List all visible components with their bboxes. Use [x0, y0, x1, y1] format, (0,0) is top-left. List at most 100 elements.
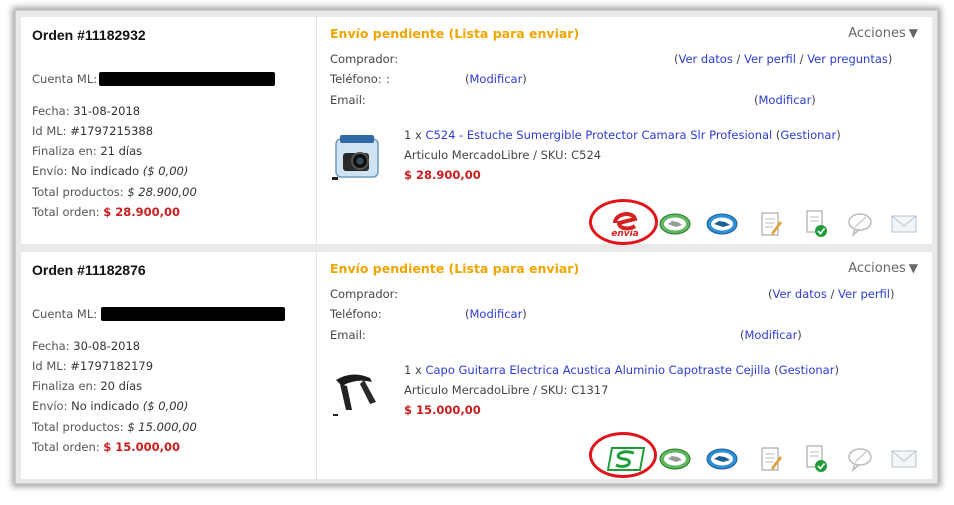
- acciones-dropdown[interactable]: Acciones ▼: [848, 261, 918, 276]
- edit-note-icon[interactable]: [753, 444, 787, 474]
- total-orden-row: Total orden: $ 28.900,00: [32, 205, 180, 219]
- total-orden-label: Total orden:: [32, 440, 100, 454]
- total-productos-row: Total productos: $ 15.000,00: [32, 420, 197, 434]
- id-label: Id ML:: [32, 359, 67, 373]
- mercado-envios-icon[interactable]: [658, 444, 692, 474]
- acciones-label: Acciones: [848, 26, 906, 41]
- ver-perfil-link[interactable]: Ver perfil: [838, 287, 890, 301]
- product-thumbnail[interactable]: [330, 366, 384, 420]
- telefono-modificar: (Modificar): [465, 72, 527, 86]
- cuenta-row: Cuenta ML:: [32, 307, 97, 321]
- fecha-label: Fecha:: [32, 104, 70, 118]
- modificar-email-link[interactable]: Modificar: [759, 93, 812, 107]
- buyer-links: (Ver datos / Ver perfil / Ver preguntas): [674, 52, 893, 66]
- product-price: $ 15.000,00: [404, 403, 481, 417]
- email-label: Email:: [330, 93, 366, 107]
- envio-value: No indicado: [71, 399, 140, 413]
- id-value: #1797215388: [70, 124, 154, 138]
- shipping-status: Envío pendiente (Lista para enviar): [330, 26, 580, 41]
- gestionar-link[interactable]: Gestionar: [780, 128, 836, 142]
- comment-icon[interactable]: [843, 209, 877, 239]
- total-productos-value: $ 15.000,00: [127, 420, 197, 434]
- modificar-email-link[interactable]: Modificar: [745, 328, 798, 342]
- handshake-icon[interactable]: [705, 444, 739, 474]
- finaliza-label: Finaliza en:: [32, 379, 97, 393]
- ver-datos-link[interactable]: Ver datos: [773, 287, 827, 301]
- total-productos-value: $ 28.900,00: [127, 185, 197, 199]
- edit-note-icon[interactable]: [753, 209, 787, 239]
- comment-icon[interactable]: [843, 444, 877, 474]
- order-title: Orden #11182876: [32, 262, 146, 278]
- total-orden-value: $ 15.000,00: [103, 440, 181, 454]
- modificar-telefono-link[interactable]: Modificar: [470, 307, 523, 321]
- total-productos-label: Total productos:: [32, 420, 124, 434]
- telefono-label: Teléfono:: [330, 72, 382, 86]
- envio-value: No indicado: [71, 164, 140, 178]
- acciones-label: Acciones: [848, 261, 906, 276]
- modificar-telefono-link[interactable]: Modificar: [470, 72, 523, 86]
- buyer-links: (Ver datos / Ver perfil): [768, 287, 895, 301]
- fecha-value: 30-08-2018: [73, 339, 141, 353]
- total-productos-label: Total productos:: [32, 185, 124, 199]
- ver-datos-link[interactable]: Ver datos: [679, 52, 733, 66]
- product-link[interactable]: Capo Guitarra Electrica Acustica Alumini…: [425, 363, 770, 377]
- order-summary: Orden #11182932 Cuenta ML: Fecha: 31-08-…: [21, 17, 317, 244]
- order-card: Orden #11182876 Cuenta ML: Fecha: 30-08-…: [21, 252, 932, 479]
- product-qty: 1 x: [404, 363, 422, 377]
- shipping-status: Envío pendiente (Lista para enviar): [330, 261, 580, 276]
- product-sku: Articulo MercadoLibre / SKU: C1317: [404, 383, 609, 397]
- email-modificar: (Modificar): [740, 328, 802, 342]
- product-link[interactable]: C524 - Estuche Sumergible Protector Cama…: [425, 128, 772, 142]
- envio-row: Envío: No indicado ($ 0,00): [32, 399, 188, 413]
- envio-cost: ($ 0,00): [142, 399, 189, 413]
- telefono-value: :: [386, 72, 390, 86]
- envio-cost: ($ 0,00): [142, 164, 189, 178]
- fecha-value: 31-08-2018: [73, 104, 141, 118]
- highlight-circle: [589, 432, 657, 478]
- redacted-account: [99, 72, 275, 86]
- handshake-icon[interactable]: [705, 209, 739, 239]
- product-line: 1 x Capo Guitarra Electrica Acustica Alu…: [404, 363, 839, 377]
- envio-label: Envío:: [32, 164, 68, 178]
- product-qty: 1 x: [404, 128, 422, 142]
- caret-down-icon: ▼: [908, 261, 918, 275]
- mail-icon[interactable]: [887, 444, 921, 474]
- total-orden-row: Total orden: $ 15.000,00: [32, 440, 180, 454]
- id-row: Id ML: #1797215388: [32, 124, 153, 138]
- telefono-modificar: (Modificar): [465, 307, 527, 321]
- finaliza-value: 21 días: [100, 144, 143, 158]
- mail-icon[interactable]: [887, 209, 921, 239]
- envio-label: Envío:: [32, 399, 68, 413]
- product-line: 1 x C524 - Estuche Sumergible Protector …: [404, 128, 841, 142]
- email-modificar: (Modificar): [754, 93, 816, 107]
- finaliza-value: 20 días: [100, 379, 143, 393]
- finaliza-row: Finaliza en: 20 días: [32, 379, 142, 393]
- product-thumbnail[interactable]: [330, 131, 384, 185]
- total-productos-row: Total productos: $ 28.900,00: [32, 185, 197, 199]
- telefono-label: Teléfono:: [330, 307, 382, 321]
- cuenta-row: Cuenta ML:: [32, 72, 97, 86]
- ver-preguntas-link[interactable]: Ver preguntas: [807, 52, 888, 66]
- mercado-envios-icon[interactable]: [658, 209, 692, 239]
- product-price: $ 28.900,00: [404, 168, 481, 182]
- order-detail: Envío pendiente (Lista para enviar) Acci…: [318, 17, 932, 245]
- envio-row: Envío: No indicado ($ 0,00): [32, 164, 188, 178]
- cuenta-label: Cuenta ML:: [32, 307, 98, 321]
- email-label: Email:: [330, 328, 366, 342]
- invoice-check-icon[interactable]: [798, 209, 832, 239]
- acciones-dropdown[interactable]: Acciones ▼: [848, 26, 918, 41]
- id-row: Id ML: #1797182179: [32, 359, 153, 373]
- comprador-label: Comprador:: [330, 52, 399, 66]
- finaliza-row: Finaliza en: 21 días: [32, 144, 142, 158]
- comprador-label: Comprador:: [330, 287, 399, 301]
- finaliza-label: Finaliza en:: [32, 144, 97, 158]
- order-summary: Orden #11182876 Cuenta ML: Fecha: 30-08-…: [21, 252, 317, 479]
- action-icons: envia: [318, 199, 932, 245]
- id-label: Id ML:: [32, 124, 67, 138]
- cuenta-label: Cuenta ML:: [32, 72, 98, 86]
- ver-perfil-link[interactable]: Ver perfil: [744, 52, 796, 66]
- fecha-label: Fecha:: [32, 339, 70, 353]
- order-detail: Envío pendiente (Lista para enviar) Acci…: [318, 252, 932, 479]
- gestionar-link[interactable]: Gestionar: [779, 363, 835, 377]
- invoice-check-icon[interactable]: [798, 444, 832, 474]
